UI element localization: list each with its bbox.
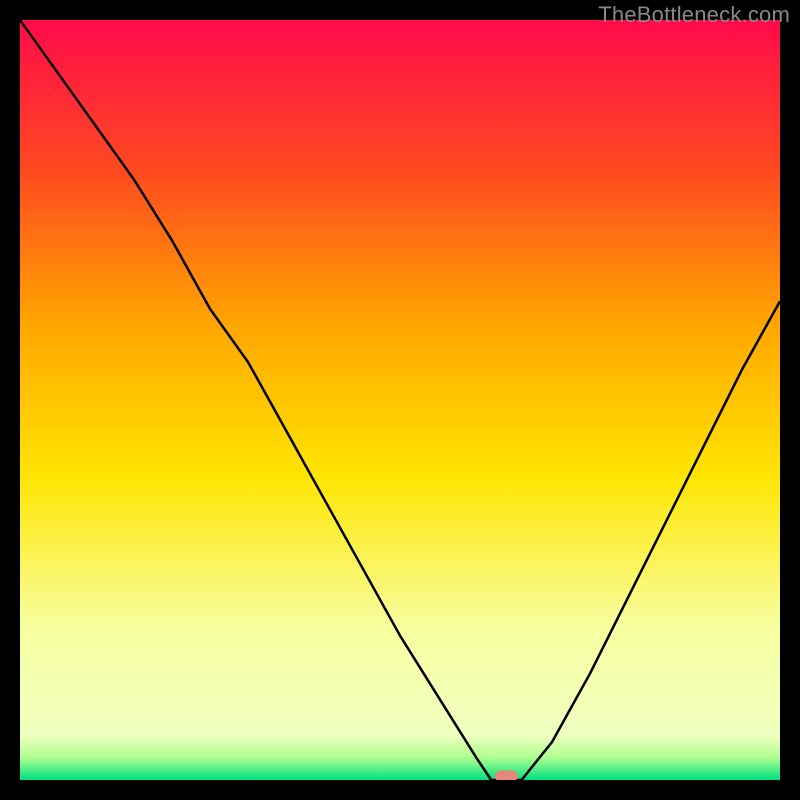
- chart-background: [20, 20, 780, 780]
- chart-container: TheBottleneck.com: [0, 0, 800, 800]
- plot-area: [20, 20, 780, 780]
- optimal-marker: [495, 771, 518, 781]
- chart-svg: [20, 20, 780, 780]
- watermark-text: TheBottleneck.com: [598, 2, 790, 28]
